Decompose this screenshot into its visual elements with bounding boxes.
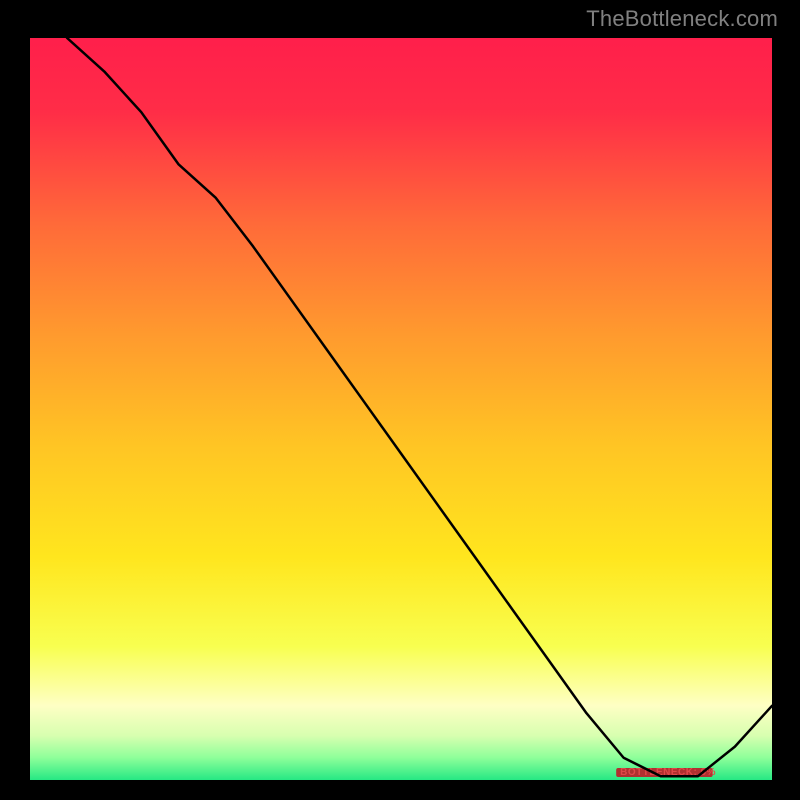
bottleneck-chart: BOTTLENECK: 0% — [30, 38, 772, 780]
chart-container: TheBottleneck.com BOTTLENECK: 0% — [0, 0, 800, 800]
plot-area: BOTTLENECK: 0% — [30, 38, 772, 780]
gradient-background — [30, 38, 772, 780]
watermark-text: TheBottleneck.com — [586, 6, 778, 32]
